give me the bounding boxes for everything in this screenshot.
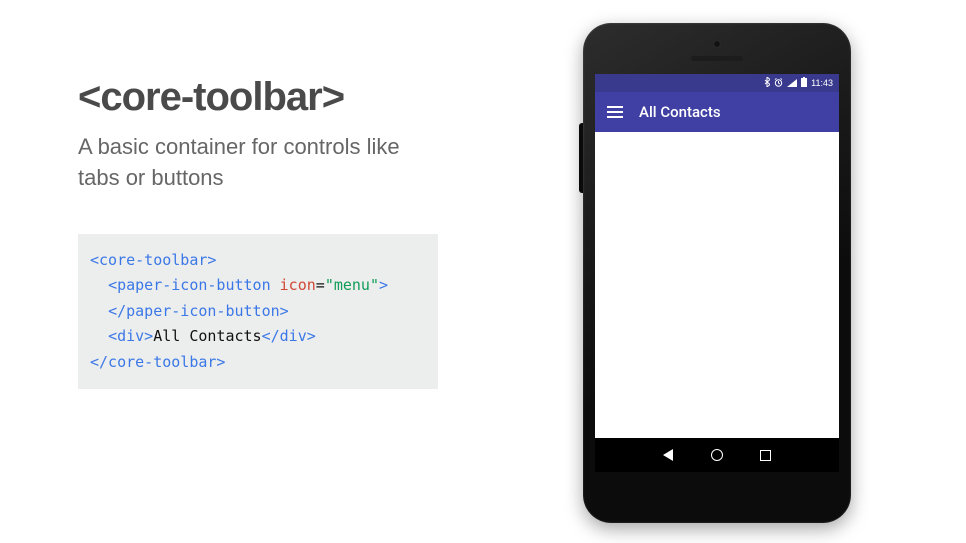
code-line-5: </core-toolbar> bbox=[90, 353, 225, 371]
phone-screen: 11:43 All Contacts bbox=[595, 74, 839, 472]
phone-mockup: 11:43 All Contacts bbox=[583, 23, 851, 523]
alarm-icon bbox=[774, 78, 783, 89]
nav-back-icon[interactable] bbox=[663, 449, 673, 461]
app-body bbox=[595, 132, 839, 438]
status-clock: 11:43 bbox=[811, 78, 833, 88]
front-camera bbox=[713, 40, 721, 48]
phone-side-button bbox=[579, 123, 583, 193]
speaker-grille bbox=[691, 56, 743, 61]
app-toolbar: All Contacts bbox=[595, 92, 839, 132]
code-attr-name: icon bbox=[271, 276, 316, 294]
battery-icon bbox=[801, 77, 807, 89]
heading: <core-toolbar> bbox=[78, 75, 438, 120]
menu-icon[interactable] bbox=[607, 106, 623, 118]
toolbar-title: All Contacts bbox=[639, 103, 721, 121]
android-nav-bar bbox=[595, 438, 839, 472]
code-line-1: <core-toolbar> bbox=[90, 251, 216, 269]
code-eq: = bbox=[316, 276, 325, 294]
code-tag-open: <paper-icon-button bbox=[108, 276, 271, 294]
code-line-3: </paper-icon-button> bbox=[108, 302, 289, 320]
bluetooth-icon bbox=[764, 77, 770, 89]
nav-recent-icon[interactable] bbox=[760, 450, 771, 461]
code-tag-close: > bbox=[379, 276, 388, 294]
code-div-open: <div> bbox=[108, 327, 153, 345]
signal-icon bbox=[787, 79, 797, 87]
status-bar: 11:43 bbox=[595, 74, 839, 92]
code-snippet: <core-toolbar> <paper-icon-button icon="… bbox=[78, 234, 438, 390]
code-div-close: </div> bbox=[262, 327, 316, 345]
code-div-text: All Contacts bbox=[153, 327, 261, 345]
subheading: A basic container for controls like tabs… bbox=[78, 132, 438, 194]
nav-home-icon[interactable] bbox=[711, 449, 723, 461]
code-attr-val: "menu" bbox=[325, 276, 379, 294]
